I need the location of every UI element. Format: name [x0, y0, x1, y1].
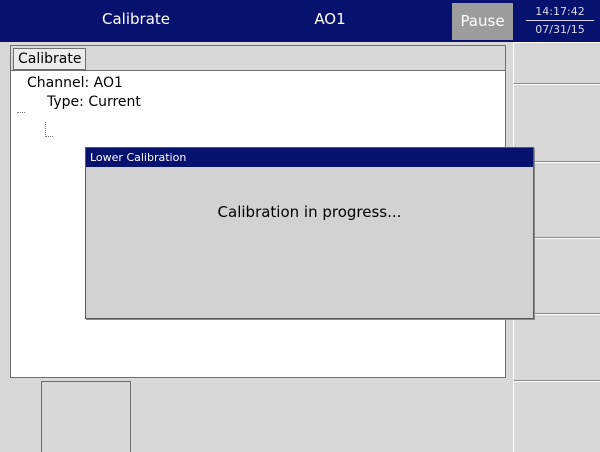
tab-calibrate[interactable]: Calibrate — [13, 48, 87, 70]
tree-item-type[interactable]: Type: Current — [17, 93, 141, 112]
softkey-1[interactable] — [513, 42, 600, 84]
clock-time: 14:17:42 — [526, 3, 594, 21]
lower-calibration-dialog: Lower Calibration Calibration in progres… — [85, 147, 534, 319]
tree-connector — [17, 112, 25, 113]
pause-button[interactable]: Pause — [452, 3, 513, 40]
tree-item-channel[interactable]: Channel: AO1 — [17, 74, 141, 93]
clock: 14:17:42 07/31/15 — [526, 3, 594, 39]
bottom-softkey-1[interactable] — [41, 381, 131, 452]
dialog-title: Lower Calibration — [86, 148, 533, 167]
title-bar: Calibrate AO1 Pause 14:17:42 07/31/15 — [0, 0, 600, 42]
calibration-screen: Calibrate AO1 Pause 14:17:42 07/31/15 Ca… — [0, 0, 600, 452]
bottom-softkey-2[interactable] — [513, 381, 600, 452]
dialog-message: Calibration in progress... — [217, 203, 402, 221]
tree-connector — [45, 122, 46, 137]
channel-title: AO1 — [314, 10, 346, 28]
channel-tree: Channel: AO1 Type: Current — [17, 74, 141, 137]
tree-connector — [45, 136, 53, 137]
screen-title: Calibrate — [102, 10, 170, 28]
tab-strip: Calibrate — [11, 46, 505, 71]
softkey-5[interactable] — [513, 314, 600, 381]
clock-date: 07/31/15 — [535, 23, 585, 36]
